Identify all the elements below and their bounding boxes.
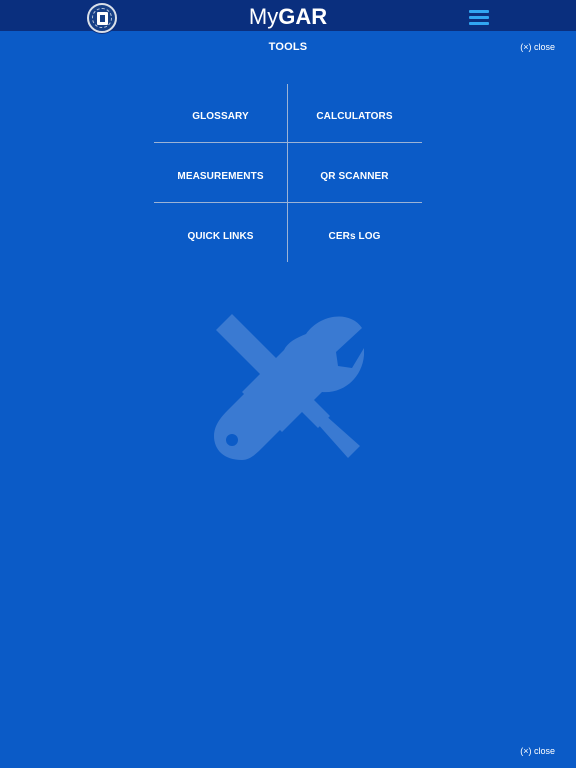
menu-bar (469, 10, 489, 13)
tools-wrench-screwdriver-icon (214, 314, 364, 460)
close-button-bottom[interactable]: (×) close (520, 746, 555, 756)
app-title-prefix: My (248, 4, 279, 29)
tool-qr-scanner[interactable]: QR SCANNER (288, 167, 421, 187)
top-bar: MyGAR (0, 0, 576, 33)
grid-divider-horizontal (154, 202, 422, 203)
tool-quick-links[interactable]: QUICK LINKS (154, 227, 287, 247)
menu-bar (469, 16, 489, 19)
close-button-top[interactable]: (×) close (520, 42, 555, 52)
tool-cers-log[interactable]: CERs LOG (288, 227, 421, 247)
grid-divider-horizontal (154, 142, 422, 143)
wrench-hole (226, 434, 238, 446)
screwdriver-tip (316, 414, 360, 458)
menu-bar (469, 22, 489, 25)
hamburger-menu-icon[interactable] (469, 10, 489, 26)
tool-calculators[interactable]: CALCULATORS (288, 107, 421, 127)
tool-measurements[interactable]: MEASUREMENTS (154, 167, 287, 187)
app-title-bold: GAR (278, 4, 328, 29)
tool-glossary[interactable]: GLOSSARY (154, 107, 287, 127)
tools-grid: GLOSSARY CALCULATORS MEASUREMENTS QR SCA… (154, 84, 422, 262)
page-title: TOOLS (268, 41, 308, 53)
app-title: MyGAR (0, 4, 576, 30)
